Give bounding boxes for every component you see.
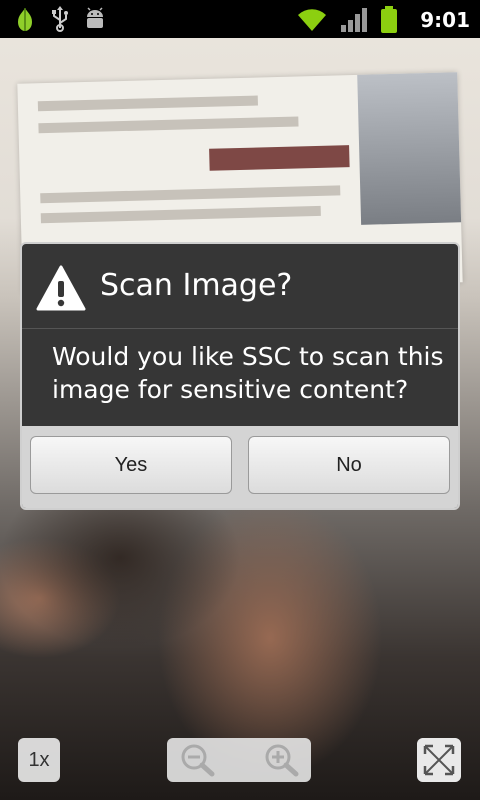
no-button[interactable]: No [248, 436, 450, 494]
dialog-title: Scan Image? [100, 268, 293, 303]
battery-icon [381, 6, 398, 33]
warning-icon [36, 265, 86, 311]
zoom-level-button[interactable]: 1x [18, 738, 60, 782]
android-debug-icon [87, 7, 103, 28]
scan-image-dialog: Scan Image? Would you like SSC to scan t… [20, 242, 460, 510]
yes-button[interactable]: Yes [30, 436, 232, 494]
wifi-icon [298, 9, 327, 31]
dialog-message: Would you like SSC to scan this image fo… [52, 342, 444, 404]
dialog-header: Scan Image? [22, 244, 458, 329]
zoom-controls [167, 738, 311, 782]
dialog-button-bar: Yes No [22, 426, 458, 508]
fit-screen-icon[interactable] [417, 738, 461, 782]
status-bar: 9:01 [0, 0, 480, 38]
onion-icon [18, 8, 32, 31]
signal-icon [341, 8, 368, 32]
zoom-out-icon[interactable] [177, 742, 217, 778]
usb-icon [52, 6, 68, 32]
notification-icons [14, 6, 106, 32]
clock: 9:01 [420, 8, 470, 32]
system-icons: 9:01 [296, 6, 470, 34]
zoom-in-icon[interactable] [261, 742, 301, 778]
